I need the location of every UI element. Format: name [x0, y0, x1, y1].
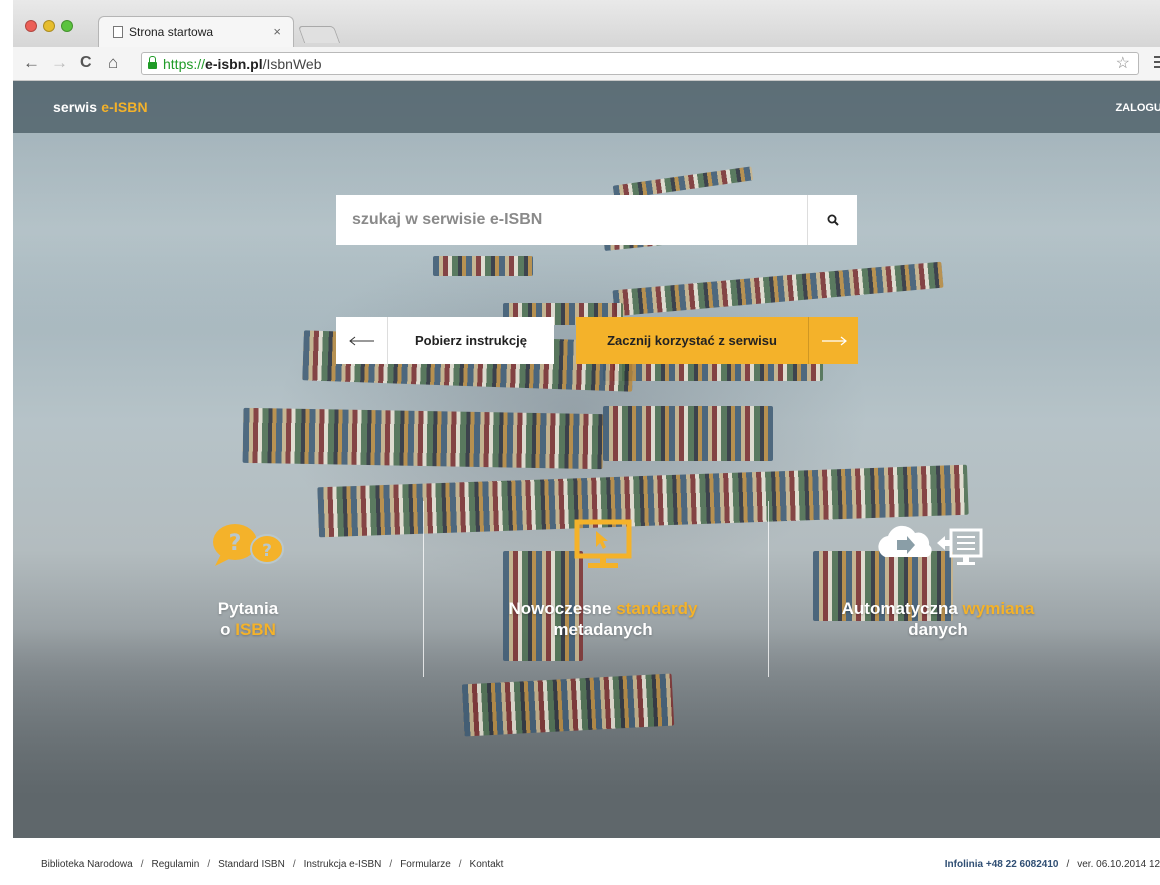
start-using-service-label: Zacznij korzystać z serwisu [607, 333, 777, 348]
brand-accent: e-ISBN [101, 99, 148, 115]
feature-isbn-questions[interactable]: ? ? Pytania o ISBN [173, 517, 323, 640]
site-footer: Biblioteka Narodowa / Regulamin / Standa… [13, 838, 1160, 885]
footer-link-biblioteka-narodowa[interactable]: Biblioteka Narodowa [41, 859, 133, 870]
home-button[interactable]: ⌂ [108, 52, 118, 74]
search-icon [827, 214, 839, 226]
arrow-left-icon [336, 317, 388, 364]
feature-3-line1-accent: wymiana [962, 599, 1035, 618]
book-shelf-image [461, 673, 675, 737]
feature-3-line1-prefix: Automatyczna [841, 599, 963, 618]
version-text: ver. 06.10.2014 12:00 [1077, 859, 1160, 870]
infolinia-text: Infolinia +48 22 6082410 [944, 859, 1059, 870]
feature-isbn-questions-title: Pytania o ISBN [173, 598, 323, 640]
login-link[interactable]: ZALOGUJ [1115, 102, 1160, 114]
footer-separator: / [389, 859, 393, 870]
zoom-window-button[interactable] [61, 20, 73, 32]
page-icon [113, 26, 123, 38]
svg-text:?: ? [229, 531, 242, 556]
browser-titlebar: Strona startowa × [13, 0, 1160, 47]
feature-1-line2-accent: ISBN [235, 620, 276, 639]
bookmark-star-icon[interactable]: ☆ [1116, 53, 1130, 73]
feature-modern-metadata-title: Nowoczesne standardy metadanych [453, 598, 753, 640]
search-box [336, 195, 857, 245]
brand-prefix: serwis [53, 99, 102, 115]
site-logo[interactable]: serwis e-ISBN [53, 99, 148, 115]
cloud-transfer-icon [808, 517, 1068, 572]
footer-separator: / [1066, 859, 1070, 870]
feature-1-line2-prefix: o [220, 620, 236, 639]
footer-links: Biblioteka Narodowa / Regulamin / Standa… [41, 859, 503, 870]
feature-3-line2: danych [908, 620, 968, 639]
site-header: serwis e-ISBN ZALOGUJ [13, 81, 1160, 133]
minimize-window-button[interactable] [43, 20, 55, 32]
monitor-cursor-icon [453, 517, 753, 572]
browser-tab[interactable]: Strona startowa × [98, 16, 294, 47]
feature-divider [768, 501, 769, 677]
window-controls [25, 20, 73, 32]
feature-1-line1: Pytania [217, 599, 279, 618]
book-shelf-image [603, 406, 773, 461]
forward-button[interactable]: → [51, 52, 68, 74]
feature-modern-metadata[interactable]: Nowoczesne standardy metadanych [453, 517, 753, 640]
url-host: e-isbn.pl [205, 55, 263, 72]
feature-divider [423, 501, 424, 677]
book-shelf-image [433, 256, 533, 276]
download-instructions-button[interactable]: Pobierz instrukcję [336, 317, 554, 364]
footer-link-formularze[interactable]: Formularze [400, 859, 451, 870]
footer-separator: / [207, 859, 211, 870]
footer-link-kontakt[interactable]: Kontakt [470, 859, 504, 870]
feature-2-line1-accent: standardy [616, 599, 698, 618]
arrow-right-icon [808, 317, 858, 364]
question-bubbles-icon: ? ? [173, 517, 323, 572]
footer-link-instrukcja[interactable]: Instrukcja e-ISBN [304, 859, 382, 870]
feature-2-line1-prefix: Nowoczesne [508, 599, 617, 618]
footer-link-regulamin[interactable]: Regulamin [152, 859, 200, 870]
search-input[interactable] [336, 195, 807, 245]
download-instructions-label: Pobierz instrukcję [415, 333, 527, 348]
browser-menu-icon[interactable] [1154, 56, 1160, 71]
footer-info: Infolinia +48 22 6082410 / ver. 06.10.20… [945, 859, 1160, 870]
address-bar[interactable]: https://e-isbn.pl/IsbnWeb ☆ [141, 52, 1139, 75]
close-window-button[interactable] [25, 20, 37, 32]
search-button[interactable] [807, 195, 857, 245]
feature-2-line2: metadanych [553, 620, 653, 639]
feature-automatic-data-exchange-title: Automatyczna wymiana danych [808, 598, 1068, 640]
tab-close-icon[interactable]: × [273, 24, 281, 39]
new-tab-button[interactable] [297, 26, 341, 43]
feature-automatic-data-exchange[interactable]: Automatyczna wymiana danych [808, 517, 1068, 640]
footer-separator: / [292, 859, 296, 870]
tab-title: Strona startowa [129, 25, 214, 39]
page-viewport: serwis e-ISBN ZALOGUJ Pobierz instrukcję… [13, 81, 1160, 885]
start-using-service-button[interactable]: Zacznij korzystać z serwisu [576, 317, 858, 364]
browser-toolbar: ← → C ⌂ https://e-isbn.pl/IsbnWeb ☆ [13, 47, 1160, 81]
footer-separator: / [140, 859, 144, 870]
footer-link-standard-isbn[interactable]: Standard ISBN [218, 859, 285, 870]
url-scheme: https:// [163, 55, 206, 72]
footer-separator: / [458, 859, 462, 870]
url-path: /IsbnWeb [262, 55, 322, 72]
floor-shading [13, 628, 1160, 838]
svg-text:?: ? [262, 541, 272, 561]
browser-window: Strona startowa × ← → C ⌂ https://e-isbn… [13, 0, 1160, 885]
reload-button[interactable]: C [80, 52, 92, 74]
lock-icon [148, 56, 157, 69]
book-shelf-image [242, 407, 604, 470]
back-button[interactable]: ← [23, 52, 40, 74]
